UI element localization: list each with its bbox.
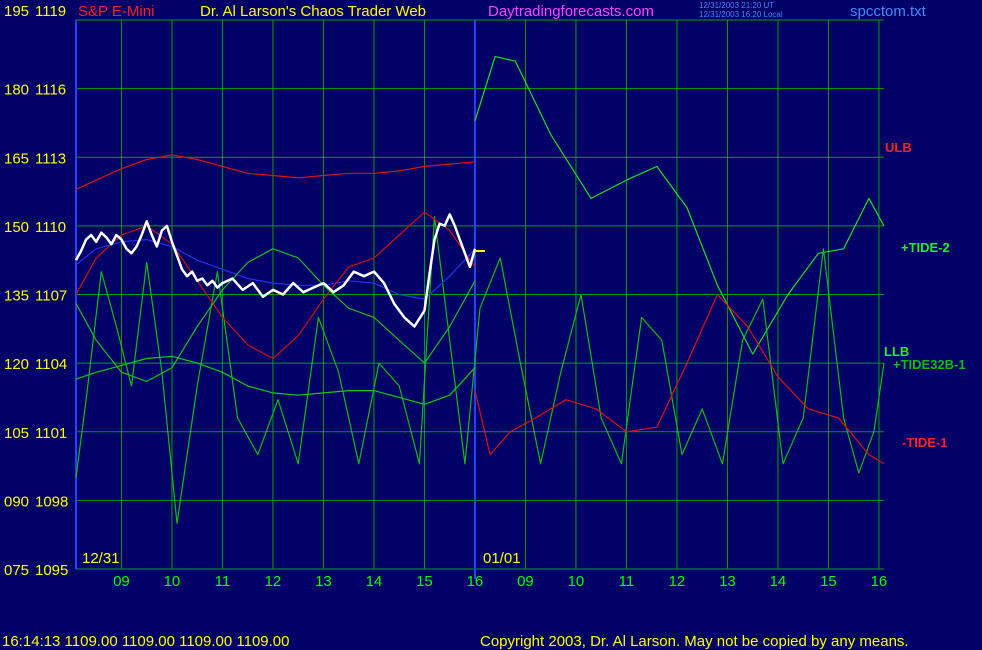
y-tick-label-osc: 105: [4, 425, 29, 442]
y-tick-label-osc: 090: [4, 493, 29, 510]
timestamp-ut: 12/31/2003 21:20 UT: [699, 1, 774, 10]
x-tick-label: 13: [315, 573, 332, 590]
y-tick-label-osc: 135: [4, 288, 29, 305]
y-tick-label-price: 1101: [35, 425, 67, 442]
x-tick-label: 12: [669, 573, 686, 590]
y-tick-label-price: 1110: [35, 219, 66, 236]
x-tick-label: 16: [871, 573, 888, 590]
y-tick-label-price: 1098: [35, 493, 68, 510]
series-label-tide1: -TIDE-1: [902, 435, 948, 450]
y-tick-label-price: 1104: [35, 356, 67, 373]
chart-stage: 180 1116165 1113150 1110135 1107120 1104105 11…: [0, 0, 982, 650]
x-tick-label: 12: [265, 573, 282, 590]
x-tick-label: 09: [113, 573, 130, 590]
series-label-tide2: +TIDE-2: [901, 240, 950, 255]
y-tick-label-price: 1107: [35, 288, 67, 305]
timestamp-local: 12/31/2003 16:20 Local: [699, 10, 783, 19]
x-tick-label: 10: [164, 573, 181, 590]
y-tick-label-osc: 075: [4, 562, 29, 579]
x-tick-label: 15: [416, 573, 433, 590]
y-tick-label-osc: 150: [4, 219, 29, 236]
y-tick-label-osc: 180: [4, 82, 29, 99]
top-left-price-label: 1119: [35, 3, 66, 20]
data-filename: spcctom.txt: [850, 3, 927, 20]
top-left-osc-label: 195: [4, 3, 29, 20]
x-tick-label: 14: [770, 573, 787, 590]
x-tick-label: 13: [719, 573, 736, 590]
site-link[interactable]: Daytradingforecasts.com: [488, 3, 654, 20]
date-label-next: 01/01: [483, 550, 521, 567]
copyright-notice: Copyright 2003, Dr. Al Larson. May not b…: [480, 633, 909, 650]
y-tick-label-price: 1116: [35, 82, 66, 99]
last-quote-status: 16:14:13 1109.00 1109.00 1109.00 1109.00: [2, 633, 290, 650]
date-label-start: 12/31: [82, 550, 120, 567]
y-tick-label-osc: 165: [4, 150, 29, 167]
x-tick-label: 11: [619, 573, 635, 590]
y-tick-label-price: 1095: [35, 562, 68, 579]
y-tick-label-osc: 120: [4, 356, 29, 373]
site-owner-title: Dr. Al Larson's Chaos Trader Web: [200, 3, 426, 20]
chart-title: S&P E-Mini: [78, 3, 154, 20]
y-tick-label-price: 1113: [35, 150, 66, 167]
x-tick-label: 11: [215, 573, 231, 590]
x-tick-label: 10: [568, 573, 585, 590]
series-label-ulb: ULB: [885, 140, 912, 155]
x-tick-label: 15: [820, 573, 837, 590]
series-label-tide32: +TIDE32B-1: [893, 357, 966, 372]
x-tick-label: 14: [366, 573, 383, 590]
x-tick-label: 16: [467, 573, 484, 590]
x-tick-label: 09: [517, 573, 534, 590]
